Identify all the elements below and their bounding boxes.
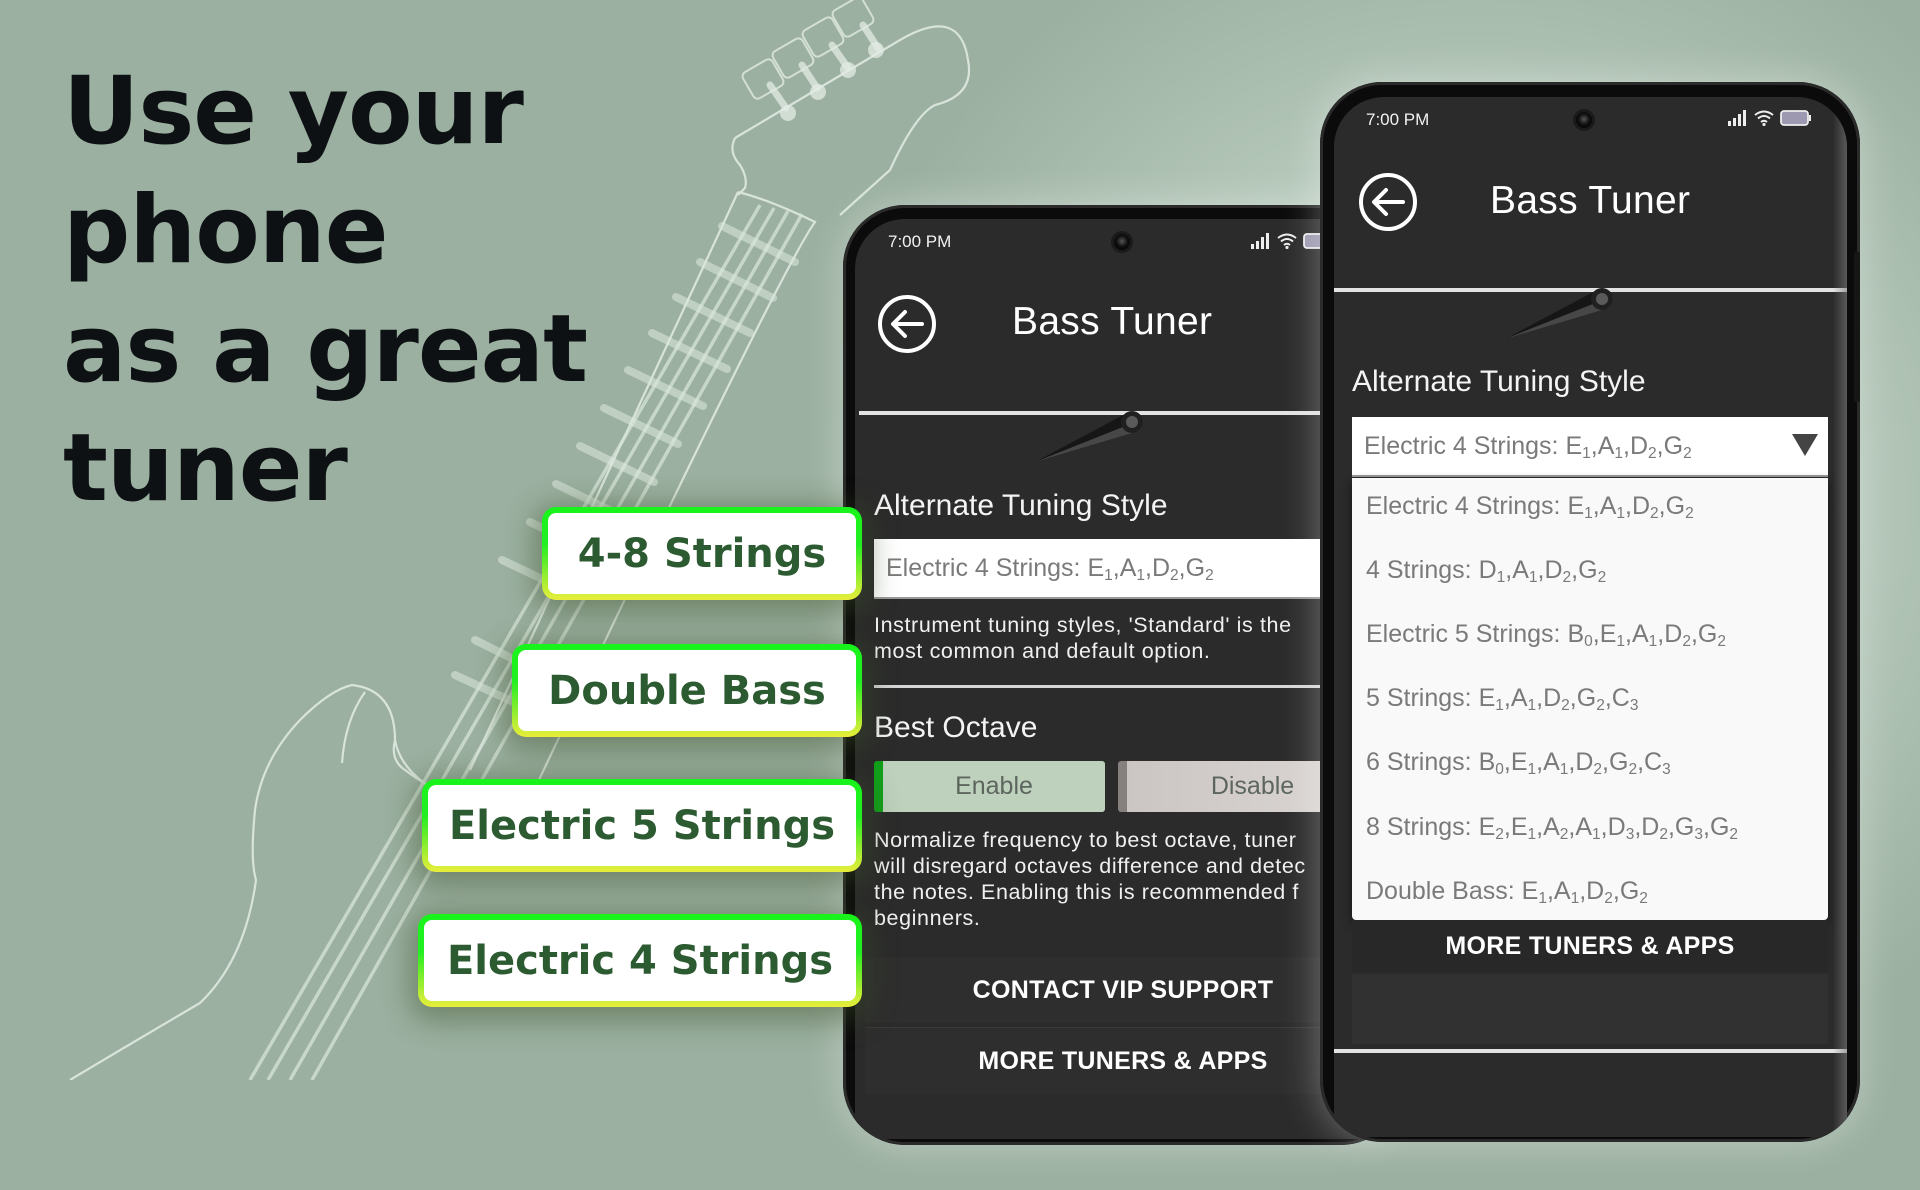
- dropdown-option[interactable]: Electric 4 Strings: E1,A1,D2,G2: [1366, 492, 1694, 521]
- description-line: beginners.: [874, 906, 981, 930]
- bottom-divider: [1334, 1049, 1847, 1053]
- phone-side-button: [1854, 252, 1860, 402]
- contact-vip-support-button[interactable]: CONTACT VIP SUPPORT: [865, 957, 1381, 1023]
- headline-line: Use your: [63, 57, 524, 166]
- description-line: Normalize frequency to best octave, tune…: [874, 828, 1297, 852]
- dropdown-option[interactable]: Double Bass: E1,A1,D2,G2: [1366, 877, 1648, 906]
- headline: Use your phone as a great tuner: [63, 52, 588, 528]
- description-line: most common and default option.: [874, 639, 1211, 663]
- status-time: 7:00 PM: [888, 232, 952, 251]
- guitar-headstock: [734, 25, 971, 216]
- phone-right: 7:00 PM Bass Tuner Alternate Tuning Styl…: [1320, 82, 1860, 1142]
- phone-right-screen: 7:00 PM Bass Tuner Alternate Tuning Styl…: [1334, 97, 1847, 1137]
- more-tuners-button[interactable]: MORE TUNERS & APPS: [1352, 920, 1828, 972]
- description-line: the notes. Enabling this is recommended …: [874, 880, 1299, 904]
- wifi-icon: [1277, 233, 1297, 249]
- headline-line: as a great: [63, 295, 588, 404]
- tuning-style-select[interactable]: Electric 4 Strings: E1,A1,D2,G2: [874, 539, 1391, 599]
- battery-icon: [1780, 110, 1811, 126]
- dropdown-option[interactable]: 5 Strings: E1,A1,D2,G2,C3: [1366, 684, 1638, 713]
- description-line: Instrument tuning styles, 'Standard' is …: [874, 613, 1292, 637]
- empty-panel: [1352, 974, 1828, 1044]
- tuning-style-dropdown-list: Electric 4 Strings: E1,A1,D2,G2 4 String…: [1352, 478, 1828, 920]
- dropdown-option[interactable]: 4 Strings: D1,A1,D2,G2: [1366, 556, 1606, 585]
- phone-left-screen: 7:00 PM Bass Tuner Alternate Tuning Styl…: [855, 219, 1391, 1139]
- tuning-style-label: Alternate Tuning Style: [874, 489, 1168, 522]
- feature-tag-4-8-strings: 4-8 Strings: [542, 507, 862, 600]
- front-camera: [1114, 234, 1130, 250]
- signal-icon: [1728, 110, 1746, 126]
- app-title: Bass Tuner: [1012, 300, 1213, 343]
- tuning-style-value: Electric 4 Strings: E1,A1,D2,G2: [1364, 431, 1692, 462]
- status-icons: [1728, 110, 1812, 126]
- enable-button[interactable]: Enable: [874, 761, 1105, 812]
- status-time: 7:00 PM: [1366, 110, 1430, 129]
- feature-tag-electric-4-strings: Electric 4 Strings: [418, 914, 862, 1007]
- arrow-left-circle-icon: [1372, 188, 1405, 216]
- wifi-icon: [1754, 110, 1774, 126]
- tuning-style-description: Instrument tuning styles, 'Standard' is …: [874, 612, 1292, 664]
- tuner-needle-icon: [1505, 288, 1614, 339]
- headline-line: tuner: [63, 414, 348, 523]
- phone-left: 7:00 PM Bass Tuner Alternate Tuning Styl…: [843, 205, 1403, 1145]
- headline-line: phone: [63, 176, 388, 285]
- dropdown-option[interactable]: 8 Strings: E2,E1,A2,A1,D3,D2,G3,G2: [1366, 813, 1738, 842]
- signal-icon: [1251, 233, 1269, 249]
- tuning-style-label: Alternate Tuning Style: [1352, 365, 1646, 398]
- dropdown-option[interactable]: 6 Strings: B0,E1,A1,D2,G2,C3: [1366, 748, 1671, 777]
- back-button[interactable]: [1359, 173, 1417, 231]
- feature-tag-electric-5-strings: Electric 5 Strings: [422, 779, 862, 872]
- tuning-style-select[interactable]: Electric 4 Strings: E1,A1,D2,G2: [1352, 417, 1828, 477]
- arrow-left-circle-icon: [891, 310, 924, 338]
- best-octave-label: Best Octave: [874, 711, 1038, 744]
- best-octave-description: Normalize frequency to best octave, tune…: [874, 827, 1306, 931]
- more-tuners-button[interactable]: MORE TUNERS & APPS: [865, 1027, 1381, 1094]
- tuning-style-value: Electric 4 Strings: E1,A1,D2,G2: [886, 553, 1214, 584]
- description-line: will disregard octaves difference and de…: [874, 854, 1306, 878]
- guitar-body: [69, 683, 439, 1080]
- dropdown-arrow-icon[interactable]: [1792, 434, 1818, 456]
- section-divider: [874, 685, 1391, 688]
- back-button[interactable]: [878, 295, 936, 353]
- dropdown-option[interactable]: Electric 5 Strings: B0,E1,A1,D2,G2: [1366, 620, 1726, 649]
- front-camera: [1576, 112, 1592, 128]
- tuner-needle-icon: [1035, 411, 1144, 462]
- app-title: Bass Tuner: [1490, 179, 1691, 222]
- feature-tag-double-bass: Double Bass: [512, 644, 862, 737]
